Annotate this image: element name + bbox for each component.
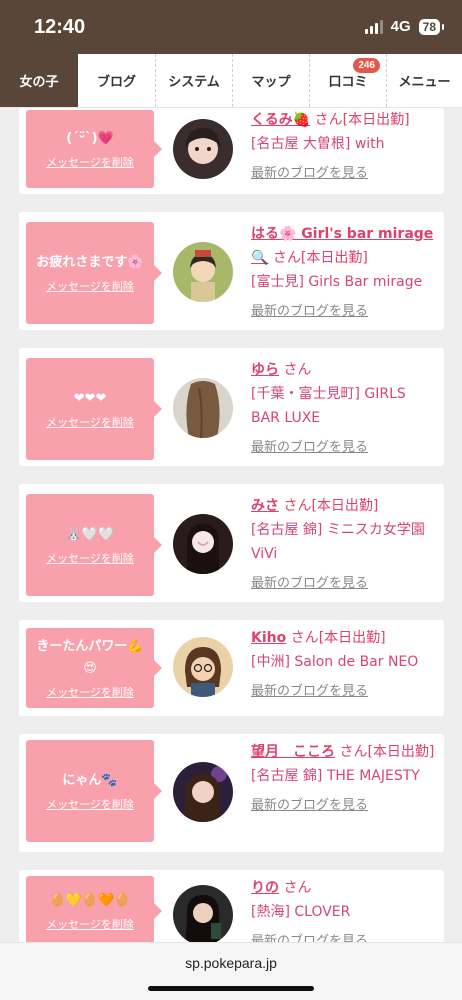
attendance-status: [本日出勤] [342,112,410,128]
message-card: 🥚💛🥚🧡🥚 メッセージを削除 りの さん [熱海] CLOVER 最新のブログを… [19,870,444,950]
home-indicator[interactable] [148,986,314,991]
battery-icon: 78 [418,18,445,35]
message-text: お疲れさまです🌸 [36,255,144,270]
girl-name-link[interactable]: くるみ🍓 [251,112,310,128]
honorific: さん [314,112,343,128]
girl-name-link[interactable]: りの [251,880,279,896]
message-bubble: (´ᵕ̈`)💗 メッセージを削除 [26,110,162,188]
avatar[interactable] [173,514,233,574]
honorific: さん [290,630,319,646]
status-indicators: 4G 78 [364,18,445,35]
tab-menu[interactable]: メニュー [387,54,462,107]
message-card: きーたんパワー💪😍 メッセージを削除 Kiho さん[本日出勤] [中洲] Sa… [19,620,444,716]
latest-blog-link[interactable]: 最新のブログを見る [251,572,439,596]
shop-name: [名古屋 錦] ミニスカ女学園ViVi [251,522,425,562]
avatar[interactable] [173,242,233,302]
message-bubble: 🥚💛🥚🧡🥚 メッセージを削除 [26,876,162,946]
message-text: ❤❤❤ [73,391,107,406]
girl-info: 望月 こころ さん[本日出勤] [名古屋 錦] THE MAJESTY 最新のブ… [251,740,439,818]
signal-icon [364,19,383,34]
honorific: さん [272,250,301,266]
girl-info: みさ さん[本日出勤] [名古屋 錦] ミニスカ女学園ViVi 最新のブログを見… [251,494,439,596]
tab-label: システム [168,75,220,90]
avatar[interactable] [173,119,233,179]
network-type: 4G [390,18,411,35]
message-text: 🥚💛🥚🧡🥚 [49,893,131,908]
girl-info: ゆら さん [千葉・富士見町] GIRLS BAR LUXE 最新のブログを見る [251,358,439,460]
message-bubble: ❤❤❤ メッセージを削除 [26,358,162,460]
avatar[interactable] [173,885,233,945]
girl-info: くるみ🍓 さん[本日出勤] [名古屋 大曽根] with 最新のブログを見る [251,108,439,186]
message-bubble: にゃん🐾 メッセージを削除 [26,740,162,842]
girl-info: Kiho さん[本日出勤] [中洲] Salon de Bar NEO 最新のブ… [251,626,439,704]
girl-name-link[interactable]: Kiho [251,630,286,646]
latest-blog-link[interactable]: 最新のブログを見る [251,680,439,704]
status-bar: 12:40 4G 78 [0,0,462,62]
girl-name-link[interactable]: 望月 こころ [251,744,335,760]
delete-message-link[interactable]: メッセージを削除 [46,278,134,294]
tab-label: マップ [251,75,291,90]
attendance-status: [本日出勤] [311,498,379,514]
message-bubble: お疲れさまです🌸 メッセージを削除 [26,222,162,324]
message-text: (´ᵕ̈`)💗 [66,131,114,146]
girl-name-link[interactable]: みさ [251,498,279,514]
girl-name-link[interactable]: ゆら [251,362,279,378]
shop-name: [名古屋 大曽根] with [251,136,385,152]
latest-blog-link[interactable]: 最新のブログを見る [251,794,439,818]
message-card: お疲れさまです🌸 メッセージを削除 はる🌸 Girl's bar mirage … [19,212,444,330]
url-text[interactable]: sp.pokepara.jp [0,955,462,971]
status-time: 12:40 [34,16,86,38]
latest-blog-link[interactable]: 最新のブログを見る [251,162,439,186]
message-card: 🐰🤍🤍 メッセージを削除 みさ さん[本日出勤] [名古屋 錦] ミニスカ女学園… [19,484,444,602]
delete-message-link[interactable]: メッセージを削除 [46,550,134,566]
browser-url-bar[interactable]: sp.pokepara.jp [0,942,462,1000]
message-card: (´ᵕ̈`)💗 メッセージを削除 くるみ🍓 さん[本日出勤] [名古屋 大曽根]… [19,108,444,194]
shop-name: [名古屋 錦] THE MAJESTY [251,768,420,784]
message-card: にゃん🐾 メッセージを削除 望月 こころ さん[本日出勤] [名古屋 錦] TH… [19,734,444,852]
honorific: さん [339,744,368,760]
latest-blog-link[interactable]: 最新のブログを見る [251,436,439,460]
tab-system[interactable]: システム [156,54,233,107]
avatar[interactable] [173,637,233,697]
delete-message-link[interactable]: メッセージを削除 [46,796,134,812]
delete-message-link[interactable]: メッセージを削除 [46,414,134,430]
avatar[interactable] [173,762,233,822]
tab-label: 口コミ [328,75,368,90]
delete-message-link[interactable]: メッセージを削除 [46,684,134,700]
attendance-status: [本日出勤] [300,250,368,266]
tab-map[interactable]: マップ [233,54,310,107]
message-card: ❤❤❤ メッセージを削除 ゆら さん [千葉・富士見町] GIRLS BAR L… [19,348,444,466]
shop-name: [富士見] Girls Bar mirage [251,274,423,290]
tab-label: 女の子 [19,75,59,90]
delete-message-link[interactable]: メッセージを削除 [46,916,134,932]
honorific: さん [283,362,312,378]
shop-name: [中洲] Salon de Bar NEO [251,654,419,670]
attendance-status: [本日出勤] [318,630,386,646]
message-bubble: きーたんパワー💪😍 メッセージを削除 [26,628,162,708]
shop-name: [熱海] CLOVER [251,904,351,920]
honorific: さん [283,498,312,514]
shop-name: [千葉・富士見町] GIRLS BAR LUXE [251,386,406,426]
message-text: にゃん🐾 [62,773,118,788]
reviews-count-badge: 246 [353,58,380,73]
attendance-status: [本日出勤] [367,744,435,760]
tab-reviews[interactable]: 口コミ 246 [310,54,387,107]
honorific: さん [283,880,312,896]
avatar[interactable] [173,378,233,438]
message-text: きーたんパワー💪😍 [36,639,144,676]
tab-label: メニュー [398,75,451,90]
latest-blog-link[interactable]: 最新のブログを見る [251,300,439,324]
message-text: 🐰🤍🤍 [65,527,115,542]
tab-label: ブログ [96,75,136,90]
delete-message-link[interactable]: メッセージを削除 [46,154,134,170]
girl-info: はる🌸 Girl's bar mirage 🔍 さん[本日出勤] [富士見] G… [251,222,439,324]
nav-tabs: 女の子 ブログ システム マップ 口コミ 246 メニュー [0,54,462,108]
tab-blog[interactable]: ブログ [78,54,156,107]
message-bubble: 🐰🤍🤍 メッセージを削除 [26,494,162,596]
tab-girls[interactable]: 女の子 [0,54,78,107]
